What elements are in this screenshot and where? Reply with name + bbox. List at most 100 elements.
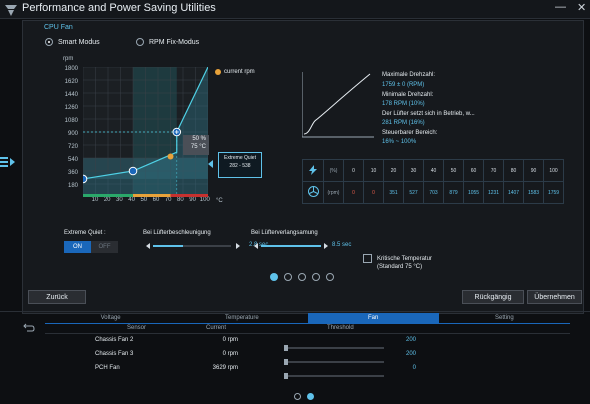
curve-point: [128, 166, 138, 176]
side-menu-icon[interactable]: [0, 155, 16, 169]
tab-voltage[interactable]: Voltage: [45, 313, 176, 323]
pager-dot[interactable]: [326, 273, 334, 281]
percent-icon-cell: [302, 159, 324, 182]
pager-dot[interactable]: [284, 273, 292, 281]
toggle-off[interactable]: OFF: [91, 241, 118, 253]
y-tick: 720: [67, 144, 78, 150]
max-speed-value: 1759 ± 0 (RPM): [382, 82, 425, 88]
rpm-cell: 0: [343, 181, 364, 204]
pct-cell: 60: [463, 159, 484, 182]
rpm-cell: 1407: [503, 181, 524, 204]
sensor-threshold: 0: [412, 365, 416, 371]
rpm-cell: 703: [423, 181, 444, 204]
rpm-cell: 1231: [483, 181, 504, 204]
header-divider: [45, 333, 570, 334]
fan-curve-chart[interactable]: [83, 67, 208, 197]
rpm-cell: 351: [383, 181, 404, 204]
threshold-slider[interactable]: [284, 352, 384, 365]
extreme-quiet-label: Extreme Quiet :: [64, 230, 106, 236]
rpm-cell: 1759: [543, 181, 564, 204]
tab-bar: Voltage Temperature Fan Setting: [45, 313, 570, 323]
rpm-cell: 527: [403, 181, 424, 204]
sensor-current: 0 rpm: [222, 351, 238, 357]
accel-slider-track[interactable]: [143, 241, 243, 251]
bottom-pager-dot[interactable]: [294, 393, 301, 400]
radio-unselected-icon: [136, 38, 144, 46]
app-logo-icon: [5, 3, 17, 16]
range-value: 16% ~ 100%: [382, 139, 417, 145]
pct-cell: 40: [423, 159, 444, 182]
y-tick: 1440: [64, 92, 78, 98]
sensor-current: 3629 rpm: [212, 365, 238, 371]
pager-dot[interactable]: [312, 273, 320, 281]
rpm-cell: 1583: [523, 181, 544, 204]
tab-setting[interactable]: Setting: [439, 313, 570, 323]
pct-cell: 20: [383, 159, 404, 182]
pager-dot[interactable]: [298, 273, 306, 281]
threshold-slider[interactable]: [284, 366, 384, 379]
rpm-icon-cell: [302, 181, 324, 204]
sensor-name: PCH Fan: [95, 365, 120, 371]
lightning-icon: [309, 164, 317, 175]
decel-slider-track[interactable]: [251, 241, 331, 251]
accel-slider[interactable]: [143, 241, 243, 251]
current-header: Current: [206, 325, 227, 331]
min-speed-label: Minimale Drehzahl:: [382, 92, 434, 98]
bottom-pager-dot-active[interactable]: [307, 393, 314, 400]
smart-mode-radio[interactable]: Smart Modus: [45, 38, 100, 46]
sensor-threshold: 200: [405, 337, 416, 343]
badge-title: Extreme Quiet: [224, 155, 256, 161]
y-axis-label: rpm: [63, 56, 74, 62]
threshold-slider[interactable]: [284, 338, 384, 351]
sensor-name: Chassis Fan 2: [95, 337, 134, 343]
toggle-on[interactable]: ON: [64, 241, 91, 253]
critical-temp-checkbox[interactable]: [363, 254, 372, 263]
extreme-quiet-toggle[interactable]: ON OFF: [64, 241, 118, 253]
radio-selected-icon: [45, 38, 53, 46]
separator: [0, 311, 590, 312]
pct-cell: 70: [483, 159, 504, 182]
window-title: Performance and Power Saving Utilities: [22, 2, 216, 14]
pct-header: (%): [323, 159, 344, 182]
pct-cell: 80: [503, 159, 524, 182]
range-label: Steuerbarer Bereich:: [382, 130, 438, 136]
threshold-header: Threshold: [327, 325, 354, 331]
tooltip-percent: 50 %: [192, 136, 206, 142]
fix-mode-label: RPM Fix-Modus: [149, 38, 200, 46]
apply-button[interactable]: Übernehmen: [527, 290, 582, 304]
extreme-quiet-badge: Extreme Quiet 282 - 538: [218, 152, 262, 178]
legend-dot-icon: [215, 69, 221, 75]
current-rpm-marker: [167, 153, 174, 160]
pct-cell: 0: [343, 159, 364, 182]
close-button[interactable]: ✕: [577, 1, 586, 14]
accel-label: Bei Lüfterbeschleunigung: [143, 230, 211, 236]
fix-mode-radio[interactable]: RPM Fix-Modus: [136, 38, 199, 46]
pager: [270, 273, 334, 281]
pager-dot-active[interactable]: [270, 273, 278, 281]
minimize-button[interactable]: —: [555, 1, 566, 13]
undo-button[interactable]: Rückgängig: [462, 290, 524, 304]
tab-fan[interactable]: Fan: [307, 313, 439, 323]
sensor-name: Chassis Fan 3: [95, 351, 134, 357]
sensor-threshold: 200: [405, 351, 416, 357]
temp-scale-bar: [133, 194, 171, 197]
y-tick: 540: [67, 157, 78, 163]
rpm-cell: 879: [443, 181, 464, 204]
critical-temp-sub: (Standard 75 °C): [377, 264, 423, 270]
back-button[interactable]: Zurück: [28, 290, 86, 304]
mini-curve-chart: [302, 72, 374, 138]
y-tick: 360: [67, 170, 78, 176]
curve-tooltip: 50 % 75 °C: [183, 135, 209, 155]
start-label: Der Lüfter setzt sich in Betrieb, w...: [382, 111, 475, 117]
rpm-header: (rpm): [323, 181, 344, 204]
rpm-cell: 0: [363, 181, 384, 204]
badge-range: 282 - 538: [229, 163, 251, 169]
start-value: 281 RPM (16%): [382, 120, 425, 126]
return-icon[interactable]: [23, 319, 35, 337]
x-tick: 100: [199, 197, 210, 203]
badge-pointer-icon: [208, 160, 213, 168]
chart-legend: current rpm: [215, 69, 255, 75]
rpm-cell: 1055: [463, 181, 484, 204]
tab-temperature[interactable]: Temperature: [176, 313, 307, 323]
decel-slider[interactable]: [251, 241, 331, 251]
